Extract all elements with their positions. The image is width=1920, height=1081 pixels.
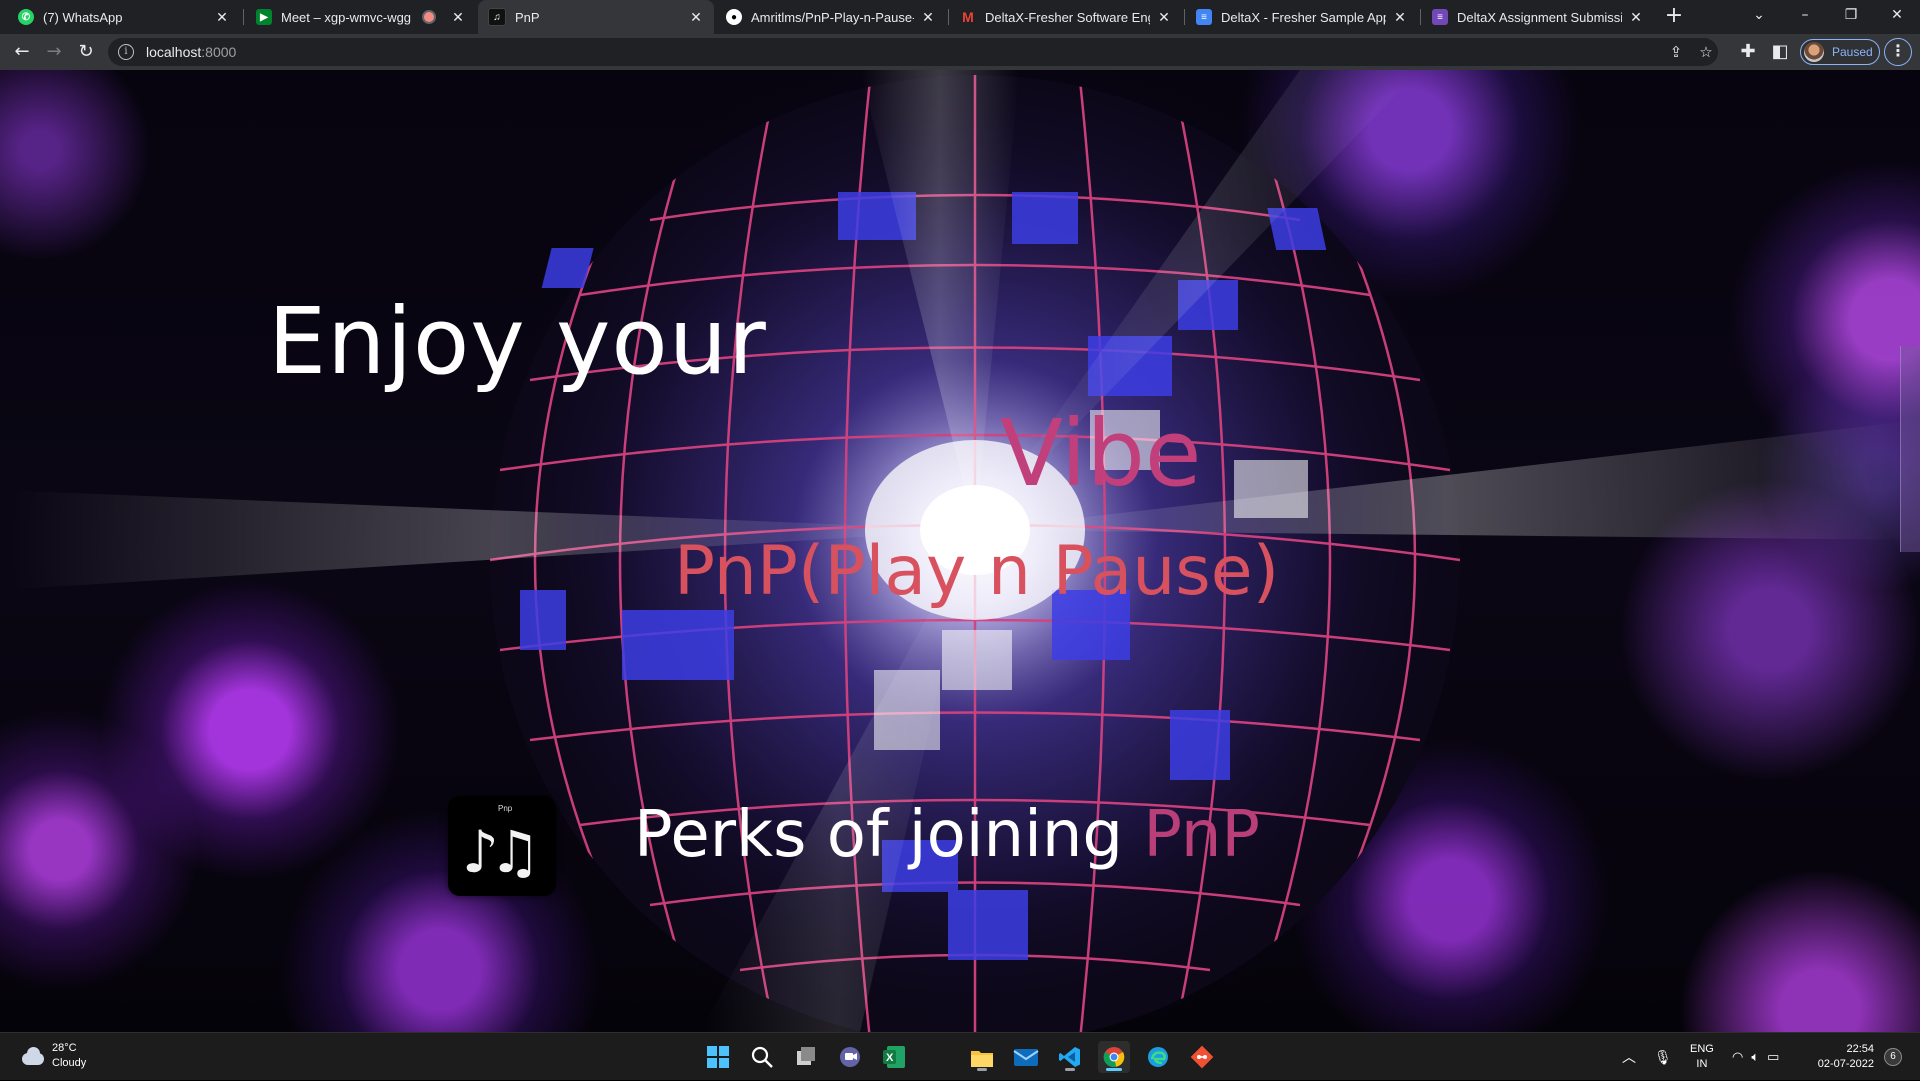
gmail-icon: M: [962, 9, 974, 25]
tab-title: (7) WhatsApp: [43, 9, 123, 25]
bookmark-star-icon[interactable]: ☆: [1694, 38, 1718, 66]
tab-title: DeltaX-Fresher Software Engine: [985, 9, 1150, 25]
browser-menu-button[interactable]: ⋮: [1884, 38, 1912, 66]
search-icon[interactable]: [746, 1041, 778, 1073]
weather-condition: Cloudy: [52, 1057, 87, 1069]
region-code: IN: [1696, 1058, 1708, 1070]
chevron-up-icon: ︿: [1622, 1049, 1636, 1065]
google-forms-icon: ≡: [1432, 9, 1448, 25]
tab-title: DeltaX - Fresher Sample App - S: [1221, 9, 1386, 25]
google-docs-icon: ≡: [1196, 9, 1212, 25]
close-icon[interactable]: ✕: [688, 9, 704, 26]
clock[interactable]: 22:54 02-07-2022: [1806, 1033, 1874, 1081]
avatar: [1804, 42, 1824, 62]
svg-text:X: X: [886, 1052, 894, 1064]
forward-button[interactable]: →: [42, 40, 66, 64]
minimize-button[interactable]: –: [1782, 0, 1828, 34]
battery-icon: ▭: [1767, 1049, 1780, 1064]
pnp-logo: Pnp ♪♫: [448, 796, 556, 896]
microphone-icon[interactable]: 🎙︎: [1654, 1033, 1672, 1081]
tab-meet[interactable]: ▶ Meet – xgp-wmvc-wgg ✕: [246, 0, 476, 34]
edge-icon[interactable]: [1142, 1041, 1174, 1073]
weather-temp: 28°C: [52, 1042, 77, 1054]
file-explorer-icon[interactable]: [966, 1041, 998, 1073]
url-text: localhost:8000: [146, 44, 237, 60]
address-bar[interactable]: i localhost:8000 ⇪ ☆: [108, 38, 1718, 66]
hero-vibe-word: Vibe: [1000, 400, 1202, 507]
profile-status: Paused: [1832, 45, 1873, 59]
pnp-icon: ♫: [488, 8, 506, 26]
music-notes-icon: ♪♫: [462, 818, 541, 886]
profile-button[interactable]: Paused: [1800, 39, 1880, 65]
tab-github[interactable]: ● Amritlms/PnP-Play-n-Pause-: It c ✕: [716, 0, 946, 34]
tab-whatsapp[interactable]: ✆ (7) WhatsApp ✕: [8, 0, 240, 34]
perks-heading: Perks of joining PnP: [634, 798, 1260, 872]
tab-title: Meet – xgp-wmvc-wgg: [281, 9, 412, 25]
windows-taskbar: 28°C Cloudy X ︿ 🎙︎ ENG IN ◠ 🔈︎ ▭ 22:54 0…: [0, 1032, 1920, 1080]
restore-button[interactable]: ❐: [1828, 0, 1874, 34]
hero-heading: Enjoy your: [268, 288, 767, 395]
git-icon[interactable]: [1186, 1041, 1218, 1073]
mail-icon[interactable]: [1010, 1041, 1042, 1073]
scrollbar-thumb[interactable]: [1900, 346, 1920, 552]
close-window-button[interactable]: ✕: [1874, 0, 1920, 34]
close-icon[interactable]: ✕: [920, 9, 936, 26]
close-icon[interactable]: ✕: [1156, 9, 1172, 26]
logo-caption: Pnp: [498, 804, 513, 813]
tab-forms[interactable]: ≡ DeltaX Assignment Submission ✕: [1422, 0, 1654, 34]
recording-icon: [422, 10, 436, 24]
tab-title: Amritlms/PnP-Play-n-Pause-: It c: [751, 9, 914, 25]
close-icon[interactable]: ✕: [214, 9, 230, 26]
perks-accent: PnP: [1143, 798, 1260, 872]
whatsapp-icon: ✆: [18, 9, 34, 25]
clock-date: 02-07-2022: [1817, 1058, 1874, 1070]
back-button[interactable]: ←: [10, 40, 34, 64]
language-code: ENG: [1690, 1043, 1714, 1055]
weather-widget[interactable]: 28°C Cloudy: [18, 1041, 86, 1071]
hero-app-name: PnP(Play n Pause): [674, 532, 1280, 611]
close-icon[interactable]: ✕: [1628, 9, 1644, 26]
tab-pnp[interactable]: ♫ PnP ✕: [478, 0, 714, 34]
site-info-icon[interactable]: i: [118, 44, 134, 60]
reload-button[interactable]: ↻: [74, 40, 98, 64]
teams-chat-icon[interactable]: [834, 1041, 866, 1073]
tab-title: DeltaX Assignment Submission: [1457, 9, 1622, 25]
notification-count-badge: 6: [1884, 1048, 1902, 1066]
close-icon[interactable]: ✕: [1392, 9, 1408, 26]
browser-toolbar: ← → ↻ i localhost:8000 ⇪ ☆ ✚ ◧ Paused ⋮: [0, 34, 1920, 70]
show-hidden-icons-button[interactable]: ︿: [1622, 1033, 1636, 1081]
task-view-icon[interactable]: [790, 1041, 822, 1073]
github-icon: ●: [726, 9, 742, 25]
tab-docs[interactable]: ≡ DeltaX - Fresher Sample App - S ✕: [1186, 0, 1418, 34]
tab-title: PnP: [515, 9, 540, 25]
notification-center-button[interactable]: 6: [1884, 1033, 1902, 1081]
tab-strip: ✆ (7) WhatsApp ✕ ▶ Meet – xgp-wmvc-wgg ✕…: [0, 0, 1920, 34]
page-viewport: Enjoy your Vibe PnP(Play n Pause) Pnp ♪♫…: [0, 70, 1920, 1032]
chrome-icon[interactable]: [1098, 1041, 1130, 1073]
extensions-icon[interactable]: ✚: [1736, 40, 1760, 64]
close-icon[interactable]: ✕: [450, 9, 466, 26]
quick-settings-button[interactable]: ◠ 🔈︎ ▭: [1732, 1033, 1779, 1081]
tab-search-button[interactable]: ⌄: [1736, 0, 1782, 34]
vscode-icon[interactable]: [1054, 1041, 1086, 1073]
volume-icon: 🔈︎: [1751, 1049, 1760, 1064]
new-tab-button[interactable]: +: [1662, 5, 1686, 29]
windows-start-icon[interactable]: [702, 1041, 734, 1073]
clock-time: 22:54: [1846, 1043, 1874, 1055]
language-indicator[interactable]: ENG IN: [1690, 1033, 1714, 1081]
wifi-icon: ◠: [1732, 1049, 1744, 1064]
excel-icon[interactable]: X: [878, 1041, 910, 1073]
share-icon[interactable]: ⇪: [1664, 38, 1688, 66]
tab-gmail[interactable]: M DeltaX-Fresher Software Engine ✕: [950, 0, 1182, 34]
google-meet-icon: ▶: [256, 9, 272, 25]
cloud-icon: [18, 1047, 44, 1065]
side-panel-icon[interactable]: ◧: [1768, 40, 1792, 64]
